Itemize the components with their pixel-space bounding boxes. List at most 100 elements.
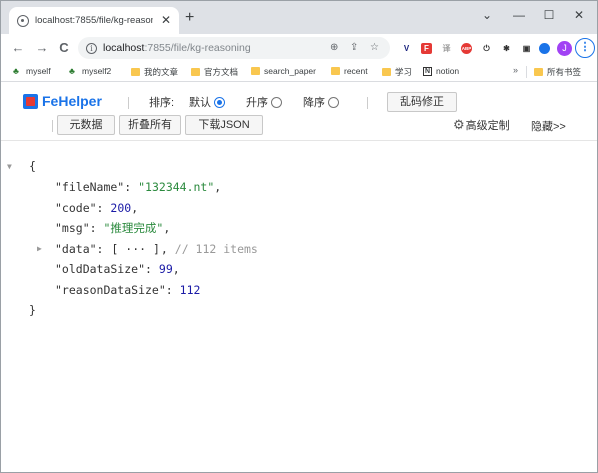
fehelper-brand: FeHelper [42,93,102,109]
hide-toolbar-link[interactable]: 隐藏>> [531,118,566,134]
json-key: "msg" [55,221,90,235]
json-entry-filename: "fileName": "132344.nt", [55,180,222,194]
divider [52,120,53,132]
reload-button[interactable]: C [57,40,71,56]
browser-window: localhost:7855/file/kg-reasoni ✕ + ⌄ — ☐… [0,0,598,473]
divider [128,97,129,109]
raw-data-button[interactable]: 元数据 [57,115,115,135]
maximize-button[interactable]: ☐ [539,7,559,23]
folder-icon [382,68,391,76]
bookmark-folder-articles[interactable]: 我的文章 [131,66,178,78]
bookmark-folder-study[interactable]: 学习 [382,66,412,78]
profile-avatar[interactable]: J [557,41,572,56]
zoom-icon[interactable]: ⊕ [330,41,338,55]
json-viewer: ▼ { "fileName": "132344.nt", "code": 200… [1,142,597,472]
translate-extension-icon[interactable]: 译 [441,43,452,54]
bookmark-label: myself [26,66,51,76]
bookmark-myself[interactable]: ♣ myself [13,66,51,76]
bookmark-folder-recent[interactable]: recent [331,66,368,76]
sort-default-label: 默认 [189,97,211,109]
expand-data-toggle-icon[interactable]: ▶ [37,241,42,257]
json-value: 200 [110,201,132,215]
back-button[interactable]: ← [11,40,25,56]
bookmark-notion[interactable]: N notion [423,66,459,76]
bookmark-all-bookmarks[interactable]: 所有书签 [534,66,581,78]
sort-desc-option[interactable]: 降序 [303,94,339,110]
bookmark-myself2[interactable]: ♣ myself2 [69,66,111,76]
bookmark-label: 我的文章 [144,67,179,77]
sort-label: 排序: [149,97,175,109]
bookmarks-divider [526,66,527,78]
download-json-button[interactable]: 下载JSON [185,115,263,135]
tab-title: localhost:7855/file/kg-reasoni [35,15,153,26]
puzzle-icon[interactable]: ✱ [501,43,512,54]
json-key: "fileName" [55,180,125,194]
bookmarks-bar: ♣ myself ♣ myself2 我的文章 官方文档 search_pape… [1,62,597,82]
tree-icon: ♣ [69,65,75,76]
advanced-settings-link[interactable]: ⚙ 高级定制 [453,117,510,133]
collapse-root-toggle-icon[interactable]: ▼ [7,159,12,175]
bookmark-label: 所有书签 [547,67,582,77]
tab-strip: localhost:7855/file/kg-reasoni ✕ + ⌄ — ☐… [1,1,597,34]
v-extension-icon[interactable]: V [401,43,412,54]
url-host: localhost [103,42,145,54]
collapse-all-button[interactable]: 折叠所有 [119,115,181,135]
collapsed-array[interactable]: [ ··· ] [110,240,160,258]
tab-close-icon[interactable]: ✕ [161,12,171,28]
json-item-count-comment: // 112 items [174,242,258,256]
fehelper-logo-icon [23,93,38,109]
divider [367,97,368,109]
fehelper-logo[interactable]: FeHelper [23,93,102,109]
address-bar[interactable]: i localhost :7855/file/kg-reasoning ⊕ ⇪ … [78,37,390,59]
fehelper-extension-icon[interactable]: F [421,43,432,54]
fix-encoding-button[interactable]: 乱码修正 [387,92,457,112]
adblock-extension-icon[interactable]: ABP [461,43,472,54]
bookmark-label: 学习 [395,67,413,77]
browser-tab[interactable]: localhost:7855/file/kg-reasoni ✕ [9,7,179,34]
sort-desc-radio[interactable] [328,96,339,108]
json-value: 99 [158,262,173,276]
folder-icon [191,68,200,76]
bookmark-label: recent [344,66,368,76]
json-value: "132344.nt" [138,180,215,194]
account-sync-icon[interactable] [539,43,550,54]
notion-icon: N [423,66,432,76]
folder-icon [331,67,340,75]
site-info-icon[interactable]: i [86,42,97,54]
sort-default-radio[interactable] [214,96,225,108]
sort-asc-radio[interactable] [271,96,282,108]
close-window-button[interactable]: ✕ [569,7,589,23]
tree-icon: ♣ [13,65,19,76]
json-key: "oldDataSize" [55,262,146,276]
bookmark-folder-search-paper[interactable]: search_paper [251,66,316,76]
sort-default-option[interactable]: 默认 [189,94,225,110]
forward-button[interactable]: → [35,40,49,56]
json-close-brace: } [29,303,36,317]
new-tab-button[interactable]: + [185,9,194,27]
folder-icon [534,68,543,76]
tab-search-icon[interactable]: ⌄ [477,7,497,23]
json-entry-data: "data": [ ··· ], // 112 items [55,240,258,258]
json-key: "reasonDataSize" [55,283,166,297]
share-icon[interactable]: ⇪ [350,41,358,55]
fehelper-header: FeHelper 排序: 默认 升序 降序 乱码修正 元数据 折叠所有 下载JS… [1,83,597,141]
bookmark-folder-docs[interactable]: 官方文档 [191,66,238,78]
bookmarks-overflow-button[interactable]: » [513,65,518,75]
sort-asc-option[interactable]: 升序 [246,94,282,110]
power-extension-icon[interactable]: ⏻ [481,43,492,54]
json-open-brace: { [29,159,36,173]
bookmark-label: search_paper [264,66,316,76]
gear-icon: ⚙ [453,117,465,132]
browser-toolbar: ← → C i localhost :7855/file/kg-reasonin… [1,34,597,62]
json-entry-msg: "msg": "推理完成", [55,221,171,235]
json-key: "code" [55,201,97,215]
bookmark-star-icon[interactable]: ☆ [370,41,379,55]
json-entry-code: "code": 200, [55,201,139,215]
minimize-button[interactable]: — [509,7,529,23]
menu-button[interactable]: ⋮ [575,38,595,58]
globe-icon [17,14,29,27]
json-value: 112 [179,283,201,297]
sort-desc-label: 降序 [303,97,325,109]
side-panel-icon[interactable]: ▣ [521,43,532,54]
bookmark-label: myself2 [82,66,112,76]
